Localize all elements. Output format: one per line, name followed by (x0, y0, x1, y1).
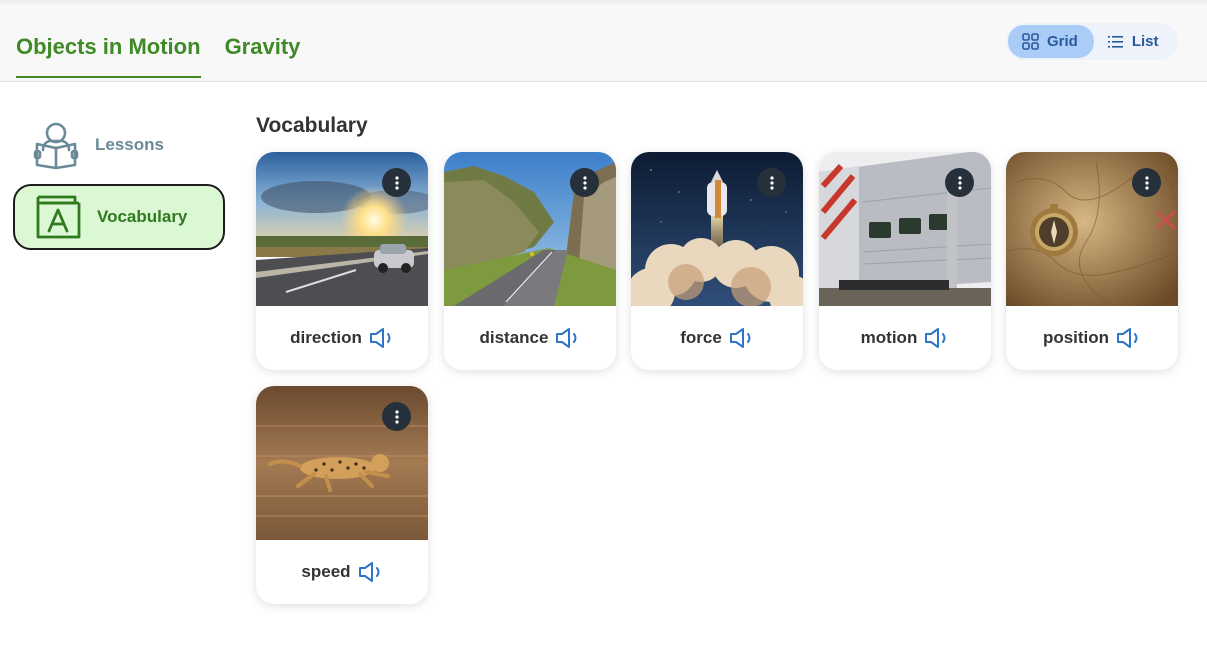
vocab-word: speed (301, 562, 351, 581)
page-title: Vocabulary (256, 114, 368, 137)
vocab-card-motion[interactable]: motion (819, 152, 991, 370)
more-options-button[interactable] (382, 402, 411, 431)
list-icon (1107, 35, 1124, 49)
topic-tabs: Objects in Motion Gravity (16, 34, 300, 78)
top-bar: Objects in Motion Gravity Grid List (0, 0, 1207, 82)
more-options-button[interactable] (382, 168, 411, 197)
vocab-word: distance (479, 328, 549, 347)
speaker-icon[interactable] (555, 328, 580, 348)
card-footer: direction (256, 306, 428, 370)
view-toggle: Grid List (1006, 23, 1178, 60)
more-options-button[interactable] (757, 168, 786, 197)
more-options-button[interactable] (570, 168, 599, 197)
list-view-label: List (1131, 33, 1159, 50)
card-footer: position (1006, 306, 1178, 370)
more-vertical-icon (769, 175, 774, 190)
speaker-icon[interactable] (369, 328, 394, 348)
grid-view-button[interactable]: Grid (1008, 25, 1094, 58)
card-footer: distance (444, 306, 616, 370)
vocab-card-position[interactable]: position (1006, 152, 1178, 370)
grid-view-label: Grid (1047, 33, 1078, 50)
grid-icon (1022, 33, 1039, 50)
more-vertical-icon (957, 175, 962, 190)
vocab-word: force (680, 328, 722, 347)
card-footer: speed (256, 540, 428, 604)
sidebar-item-vocabulary[interactable]: Vocabulary (13, 184, 225, 250)
card-footer: force (631, 306, 803, 370)
more-vertical-icon (582, 175, 587, 190)
vocab-word: direction (290, 328, 362, 347)
more-options-button[interactable] (1132, 168, 1161, 197)
tab-gravity[interactable]: Gravity (225, 34, 301, 78)
vocab-card-force[interactable]: force (631, 152, 803, 370)
speaker-icon[interactable] (1116, 328, 1141, 348)
sidebar-item-lessons[interactable]: Lessons (13, 112, 225, 178)
list-view-button[interactable]: List (1094, 25, 1175, 58)
speaker-icon[interactable] (358, 562, 383, 582)
more-vertical-icon (394, 175, 399, 190)
sidebar-item-label: Lessons (95, 135, 164, 154)
sidebar-item-label: Vocabulary (97, 207, 188, 226)
tab-objects-in-motion[interactable]: Objects in Motion (16, 34, 201, 78)
more-vertical-icon (394, 409, 399, 424)
vocab-word: motion (860, 328, 918, 347)
vocab-card-speed[interactable]: speed (256, 386, 428, 604)
vocabulary-book-icon (29, 188, 87, 246)
vocab-card-distance[interactable]: distance (444, 152, 616, 370)
vocab-card-direction[interactable]: direction (256, 152, 428, 370)
vocab-word: position (1042, 328, 1110, 347)
more-options-button[interactable] (945, 168, 974, 197)
more-vertical-icon (1144, 175, 1149, 190)
speaker-icon[interactable] (729, 328, 754, 348)
speaker-icon[interactable] (924, 328, 949, 348)
reading-person-icon (27, 116, 85, 174)
card-footer: motion (819, 306, 991, 370)
